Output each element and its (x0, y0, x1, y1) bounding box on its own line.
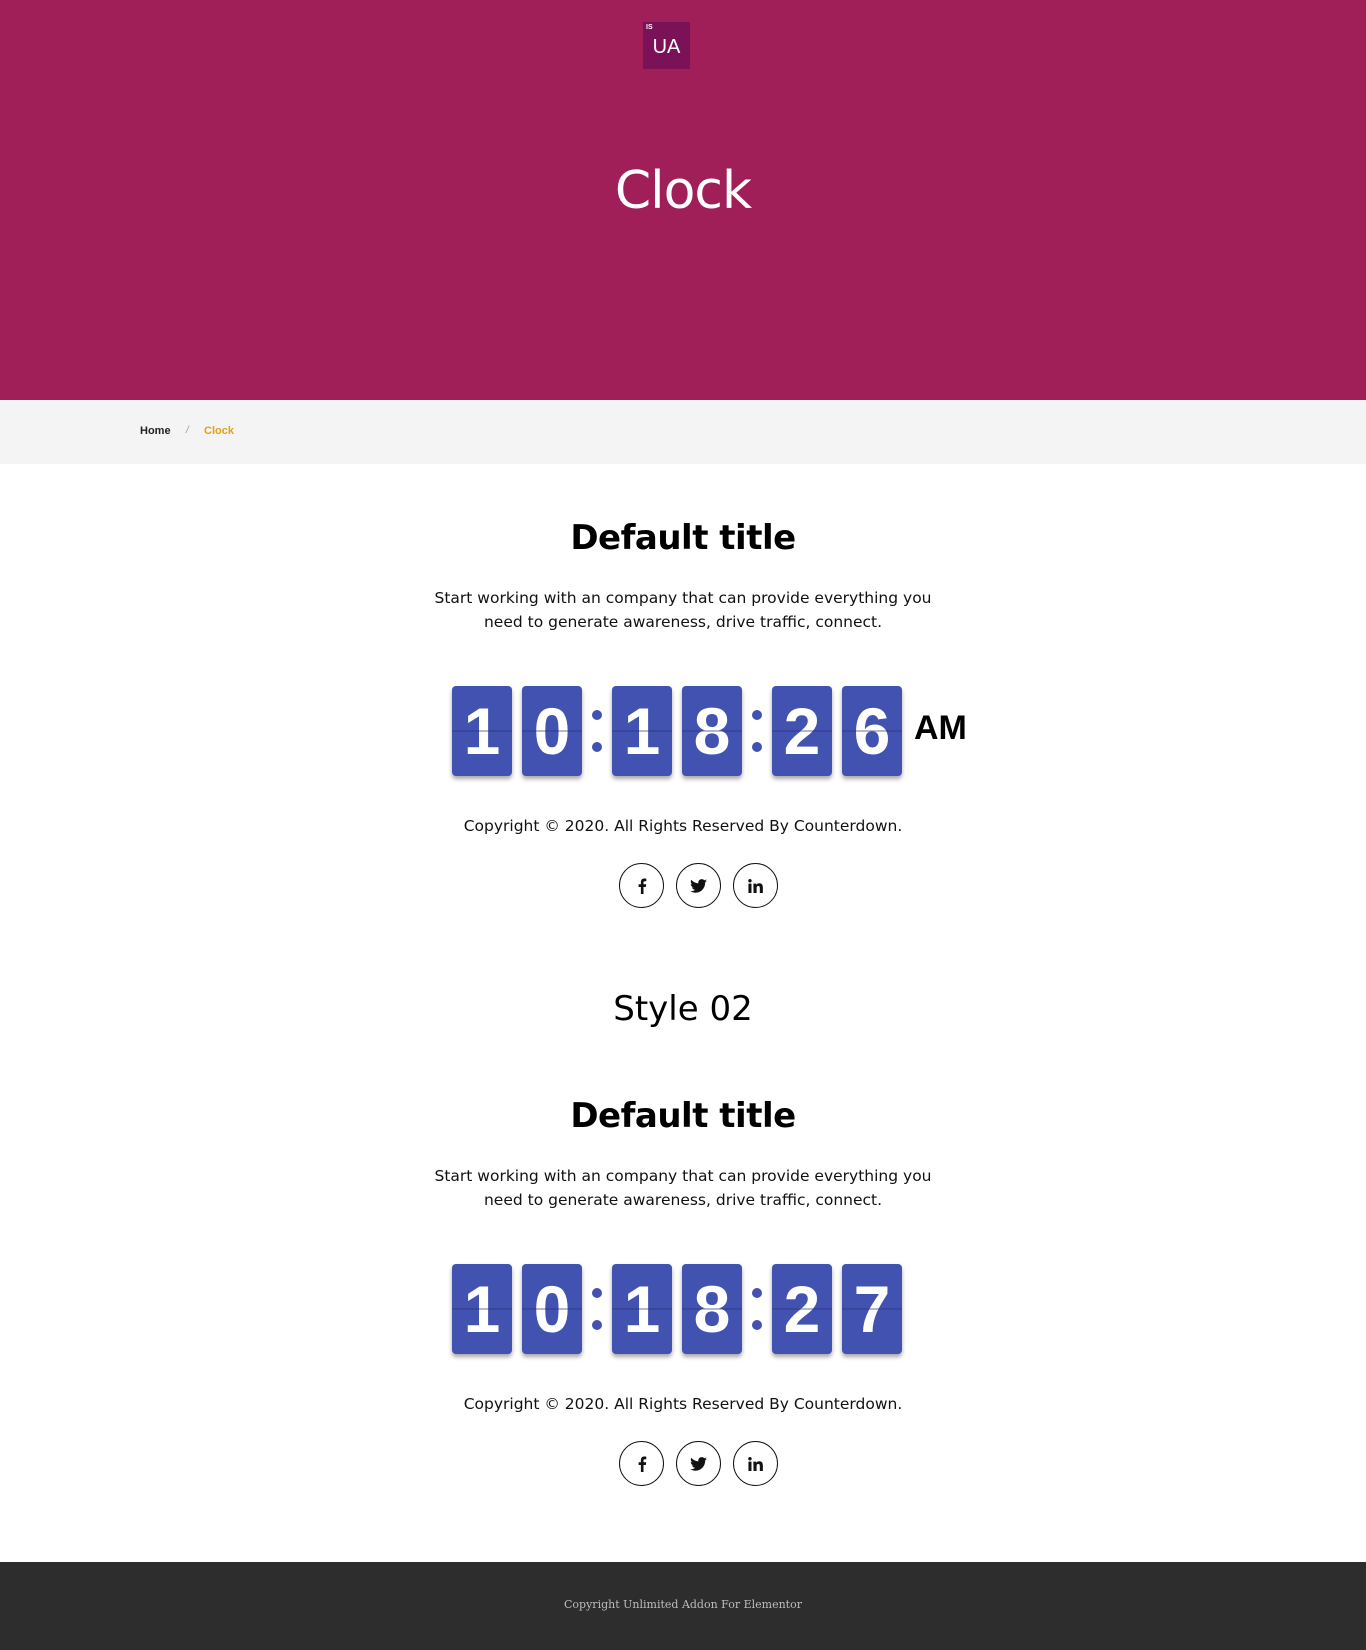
section-title: Default title (570, 518, 796, 558)
clock-colon (586, 686, 608, 776)
logo-text: UA (652, 36, 681, 58)
clock-digit-hour-tens: 1 (452, 1264, 512, 1354)
clock-colon (586, 1264, 608, 1354)
clock-digit-second-tens: 2 (772, 686, 832, 776)
facebook-button[interactable] (619, 863, 664, 908)
section-copyright: Copyright © 2020. All Rights Reserved By… (463, 1395, 903, 1413)
colon-dot (592, 710, 602, 720)
twitter-icon (690, 878, 707, 893)
clock-digit-second-ones: 7 (842, 1264, 902, 1354)
colon-dot (592, 1288, 602, 1298)
clock-digit-minute-tens: 1 (612, 1264, 672, 1354)
clock-colon (746, 1264, 768, 1354)
breadcrumb-separator: / (186, 425, 189, 436)
breadcrumb-home-link[interactable]: Home (140, 425, 171, 437)
page-header: IS UA Clock (0, 0, 1366, 400)
clock-digit-minute-tens: 1 (612, 686, 672, 776)
clock-digit-second-ones: 6 (842, 686, 902, 776)
site-footer: Copyright Unlimited Addon For Elementor (0, 1562, 1366, 1650)
clock-colon (746, 686, 768, 776)
linkedin-icon (748, 878, 763, 893)
linkedin-button[interactable] (733, 863, 778, 908)
colon-dot (592, 742, 602, 752)
section-description: Start working with an company that can p… (434, 589, 932, 631)
facebook-icon (638, 878, 646, 894)
section-title: Default title (570, 1096, 796, 1136)
style-heading: Style 02 (613, 989, 753, 1029)
linkedin-button[interactable] (733, 1441, 778, 1486)
clock-period: AM (914, 709, 967, 747)
clock-digit-minute-ones: 8 (682, 1264, 742, 1354)
clock-digit-hour-ones: 0 (522, 686, 582, 776)
twitter-button[interactable] (676, 863, 721, 908)
colon-dot (592, 1320, 602, 1330)
logo-badge: IS (646, 24, 653, 31)
clock-digit-hour-ones: 0 (522, 1264, 582, 1354)
breadcrumb-current: Clock (204, 425, 234, 437)
colon-dot (752, 1288, 762, 1298)
page-title: Clock (614, 161, 752, 221)
clock-digit-second-tens: 2 (772, 1264, 832, 1354)
section-copyright: Copyright © 2020. All Rights Reserved By… (463, 817, 903, 835)
colon-dot (752, 742, 762, 752)
breadcrumb: Home / Clock (0, 400, 1366, 464)
colon-dot (752, 1320, 762, 1330)
twitter-button[interactable] (676, 1441, 721, 1486)
site-logo[interactable]: IS UA (643, 22, 690, 69)
linkedin-icon (748, 1456, 763, 1471)
colon-dot (752, 710, 762, 720)
clock-digit-hour-tens: 1 (452, 686, 512, 776)
facebook-icon (638, 1456, 646, 1472)
footer-copyright: Copyright Unlimited Addon For Elementor (564, 1598, 802, 1611)
section-description: Start working with an company that can p… (434, 1167, 932, 1209)
facebook-button[interactable] (619, 1441, 664, 1486)
clock-digit-minute-ones: 8 (682, 686, 742, 776)
twitter-icon (690, 1456, 707, 1471)
